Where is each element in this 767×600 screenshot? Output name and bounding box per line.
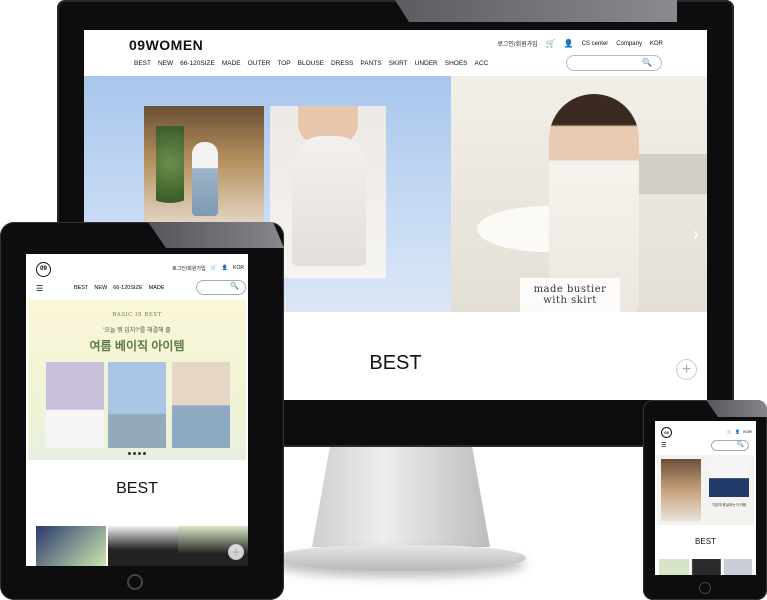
hero-caption-line: with skirt	[543, 295, 597, 306]
hero-caption-line: made bustier	[533, 284, 607, 295]
nav-item[interactable]: OUTER	[248, 60, 271, 67]
hamburger-icon[interactable]: ☰	[36, 284, 43, 293]
login-link[interactable]: 로그인/회원가입	[497, 39, 537, 48]
utility-menu: 🛒 👤 KOR	[727, 429, 752, 434]
site-logo[interactable]: 09	[661, 427, 672, 438]
banner-subtitle: '오늘 뭐 입지?'를 해결해 줄	[103, 328, 171, 334]
nav-item[interactable]: PANTS	[360, 60, 381, 67]
model-figure	[192, 142, 218, 216]
nav-item[interactable]: BEST	[74, 285, 88, 291]
site-logo[interactable]: 09	[36, 262, 51, 277]
language-link[interactable]: KOR	[233, 265, 244, 272]
banner-caption: 기본에 충실하는 아이템	[711, 503, 747, 507]
tablet-gloss	[148, 222, 284, 248]
product-thumb[interactable]	[108, 526, 178, 566]
hamburger-icon[interactable]: ☰	[661, 442, 666, 449]
monitor-stand-neck	[312, 447, 490, 547]
hero-caption: made bustier with skirt	[520, 278, 620, 312]
nav-item[interactable]: ACC	[475, 60, 489, 67]
chevron-right-icon[interactable]: ›	[693, 224, 699, 245]
search-icon[interactable]: 🔍	[642, 58, 652, 67]
nav-item[interactable]: BEST	[134, 60, 151, 67]
sofa-shape	[631, 154, 707, 194]
slider-dot[interactable]	[138, 452, 141, 455]
promo-banner[interactable]: 기본에 충실하는 아이템	[657, 455, 754, 525]
hero-photo-3	[451, 76, 707, 312]
slider-dots	[128, 452, 146, 455]
banner-photo	[661, 459, 701, 521]
nav-item[interactable]: MADE	[149, 285, 165, 291]
slider-dot[interactable]	[143, 452, 146, 455]
plus-icon[interactable]: +	[228, 544, 244, 560]
nav-item[interactable]: 66-120SIZE	[113, 285, 142, 291]
user-icon[interactable]: 👤	[564, 39, 574, 48]
mockup-stage: 09WOMEN 로그인/회원가입 🛒 👤 CS center Company K…	[0, 0, 767, 600]
nav-item[interactable]: NEW	[158, 60, 173, 67]
product-thumb-row[interactable]	[659, 559, 752, 575]
product-image[interactable]	[46, 362, 104, 448]
promo-banner[interactable]: BASIC IS BEST '오늘 뭐 입지?'를 해결해 줄 여름 베이직 아…	[28, 300, 246, 460]
monitor-stand-base	[276, 545, 526, 571]
product-image[interactable]	[172, 362, 230, 448]
search-input[interactable]: 🔍	[196, 280, 246, 295]
main-nav: BEST NEW 66-120SIZE MADE	[74, 285, 164, 291]
nav-item[interactable]: NEW	[94, 285, 107, 291]
language-link[interactable]: KOR	[743, 429, 752, 434]
plus-icon[interactable]: +	[676, 359, 697, 380]
search-icon[interactable]: 🔍	[737, 441, 744, 448]
banner-headline: 여름 베이직 아이템	[89, 339, 185, 353]
utility-menu: 로그인/회원가입 🛒 👤 CS center Company KOR	[497, 39, 663, 48]
slider-dot[interactable]	[133, 452, 136, 455]
language-link[interactable]: KOR	[650, 41, 663, 47]
product-image[interactable]	[108, 362, 166, 448]
nav-item[interactable]: MADE	[222, 60, 241, 67]
user-icon[interactable]: 👤	[735, 429, 740, 434]
banner-badge: BASIC IS BEST	[112, 312, 162, 318]
slider-dot[interactable]	[128, 452, 131, 455]
search-input[interactable]: 🔍	[566, 55, 662, 71]
nav-item[interactable]: 66-120SIZE	[180, 60, 215, 67]
site-logo[interactable]: 09WOMEN	[129, 37, 203, 53]
best-section-title: BEST	[695, 537, 716, 546]
hero-photo-2	[270, 106, 386, 278]
nav-item[interactable]: SKIRT	[389, 60, 408, 67]
nav-item[interactable]: UNDER	[415, 60, 438, 67]
product-thumb[interactable]	[36, 526, 106, 566]
user-icon[interactable]: 👤	[222, 265, 228, 272]
best-section-title: BEST	[116, 480, 158, 497]
nav-item[interactable]: TOP	[277, 60, 290, 67]
plant-shape	[156, 126, 184, 218]
search-input[interactable]: 🔍	[711, 440, 749, 451]
home-button[interactable]	[127, 574, 143, 590]
banner-photo	[709, 459, 749, 497]
monitor-gloss	[395, 0, 677, 22]
phone-screen: 09 🛒 👤 KOR ☰ 🔍 기본에 충실하는 아이템 BEST	[655, 421, 756, 575]
cart-icon[interactable]: 🛒	[546, 39, 556, 48]
cart-icon[interactable]: 🛒	[211, 265, 217, 272]
cart-icon[interactable]: 🛒	[727, 429, 732, 434]
login-link[interactable]: 로그인/회원가입	[172, 265, 206, 272]
hero-photo-1	[144, 106, 264, 224]
model-top	[292, 136, 366, 266]
cs-center-link[interactable]: CS center	[582, 41, 609, 47]
company-link[interactable]: Company	[616, 41, 642, 47]
nav-item[interactable]: BLOUSE	[298, 60, 324, 67]
home-button[interactable]	[699, 582, 711, 594]
nav-item[interactable]: SHOES	[445, 60, 468, 67]
utility-menu: 로그인/회원가입 🛒 👤 KOR	[172, 265, 244, 272]
tablet-screen: 09 로그인/회원가입 🛒 👤 KOR ☰ BEST NEW 66-120SIZ…	[26, 254, 248, 566]
main-nav: BEST NEW 66-120SIZE MADE OUTER TOP BLOUS…	[134, 60, 488, 67]
nav-item[interactable]: DRESS	[331, 60, 353, 67]
search-icon[interactable]: 🔍	[230, 282, 239, 290]
